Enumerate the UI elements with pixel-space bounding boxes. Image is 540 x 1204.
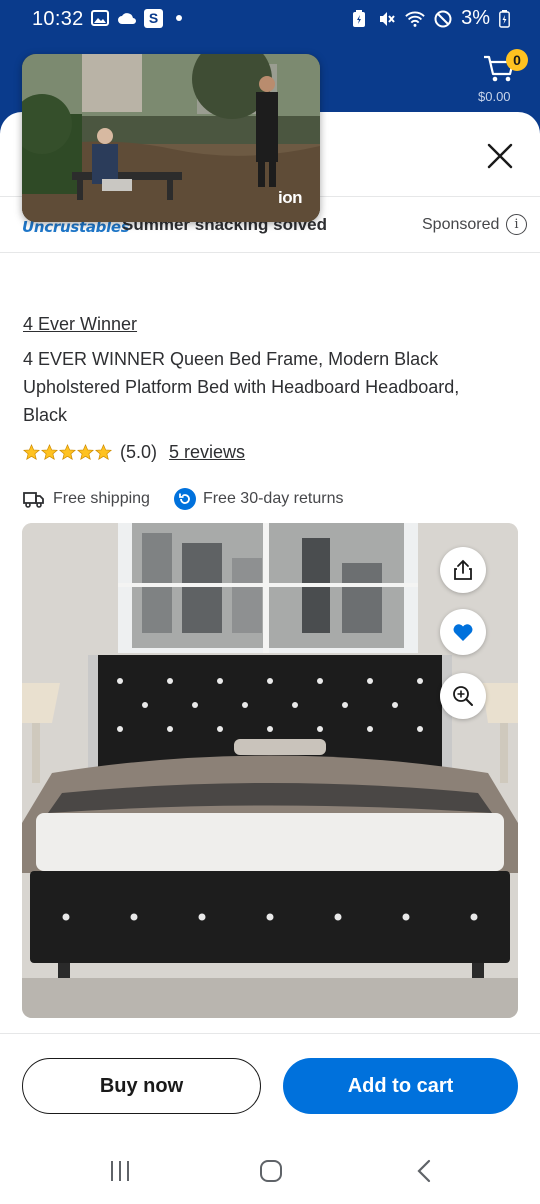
buy-now-button[interactable]: Buy now <box>22 1058 261 1114</box>
cart-count-badge: 0 <box>506 49 528 71</box>
star-icon <box>23 444 40 461</box>
sponsored-label: Sponsored <box>422 216 500 233</box>
product-title: 4 EVER WINNER Queen Bed Frame, Modern Bl… <box>23 349 460 425</box>
cloud-icon <box>117 8 137 28</box>
reviews-link[interactable]: 5 reviews <box>169 442 245 463</box>
back-button[interactable] <box>404 1156 444 1186</box>
free-shipping-label: Free shipping <box>53 490 150 507</box>
gallery-icon <box>90 8 110 28</box>
s-app-icon: S <box>144 8 163 28</box>
home-icon <box>260 1160 282 1182</box>
heart-icon <box>453 624 473 641</box>
zoom-icon <box>453 686 473 706</box>
bed-photo <box>22 523 518 1018</box>
truck-icon <box>23 492 44 508</box>
cart-total: $0.00 <box>478 89 511 104</box>
product-image[interactable] <box>22 523 518 1018</box>
share-icon <box>454 559 472 580</box>
close-button[interactable] <box>484 140 516 172</box>
status-time: 10:32 <box>32 8 84 30</box>
video-frame <box>22 54 320 222</box>
no-disturb-icon <box>433 9 453 29</box>
favorite-button[interactable] <box>440 609 486 655</box>
divider <box>0 252 540 253</box>
recent-apps-icon <box>111 1161 129 1181</box>
battery-percent: 3% <box>461 7 490 29</box>
battery-icon <box>498 9 510 29</box>
star-icon <box>77 444 94 461</box>
free-returns-label: Free 30-day returns <box>202 490 344 507</box>
system-nav-bar <box>0 1140 540 1204</box>
channel-logo: ion <box>278 188 303 207</box>
battery-saver-icon <box>349 9 369 29</box>
dot-icon <box>176 15 182 21</box>
close-icon <box>487 143 513 169</box>
wifi-icon <box>405 9 425 29</box>
add-to-cart-button[interactable]: Add to cart <box>283 1058 518 1114</box>
star-icon <box>95 444 112 461</box>
info-icon[interactable]: i <box>506 214 527 235</box>
home-button[interactable] <box>251 1156 291 1186</box>
recent-apps-button[interactable] <box>100 1156 140 1186</box>
star-icon <box>59 444 76 461</box>
pip-video[interactable]: ion <box>22 54 320 222</box>
zoom-button[interactable] <box>440 673 486 719</box>
returns-icon <box>173 488 196 510</box>
star-icon <box>41 444 58 461</box>
star-rating <box>23 444 112 461</box>
brand-link[interactable]: 4 Ever Winner <box>23 314 137 335</box>
rating-row: (5.0) 5 reviews <box>23 442 245 463</box>
mute-icon <box>377 9 397 29</box>
divider <box>0 1033 540 1034</box>
fulfillment-row: Free shipping Free 30-day returns <box>23 488 343 510</box>
share-button[interactable] <box>440 547 486 593</box>
back-icon <box>417 1159 431 1183</box>
status-bar: 10:32 S 3% <box>0 0 540 38</box>
rating-value: (5.0) <box>120 442 158 462</box>
